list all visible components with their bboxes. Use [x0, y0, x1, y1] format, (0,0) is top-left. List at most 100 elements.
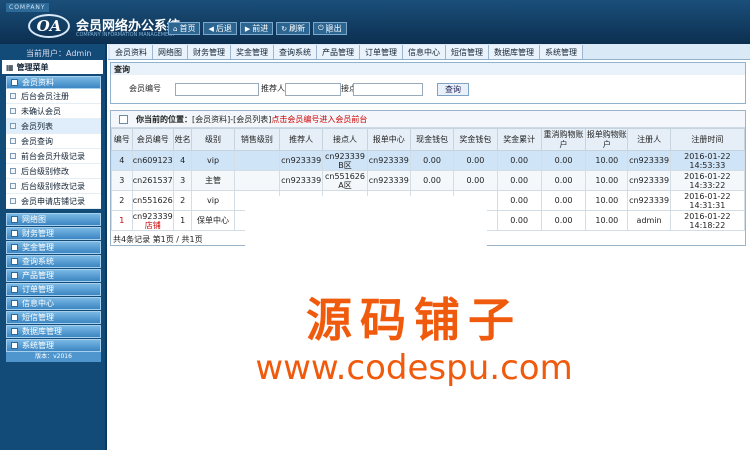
sidebar-item-2[interactable]: 会员列表 — [6, 119, 101, 134]
breadcrumb-path: [会员资料]-[会员列表] — [192, 114, 272, 124]
sidebar-item-1[interactable]: 未确认会员 — [6, 104, 101, 119]
cell-level: vip — [191, 150, 235, 171]
tab-2[interactable]: 财务管理 — [188, 45, 231, 59]
tab-5[interactable]: 产品管理 — [317, 45, 360, 59]
cell-value: 0.00 — [554, 216, 573, 225]
tab-6[interactable]: 订单管理 — [360, 45, 403, 59]
cell-id: 1 — [111, 210, 133, 231]
tab-7[interactable]: 信息中心 — [403, 45, 446, 59]
column-header[interactable]: 现金钱包 — [409, 128, 455, 151]
sidebar-group-2[interactable]: 奖金管理 — [6, 241, 101, 254]
query-button[interactable]: 查询 — [437, 83, 469, 96]
sidebar-item-4[interactable]: 前台会员升级记录 — [6, 149, 101, 164]
cell-sales — [233, 170, 281, 191]
watermark-cover — [245, 196, 487, 262]
sidebar-group-member[interactable]: 会员资料 — [6, 76, 101, 89]
tab-8[interactable]: 短信管理 — [446, 45, 489, 59]
nav-button-2[interactable]: ▶ 前进 — [239, 22, 274, 35]
table-row[interactable]: 4 cn609123 4 vip cn923339 cn923339 B区 cn923339… — [111, 150, 746, 171]
tab-1[interactable]: 网络图 — [153, 45, 188, 59]
sidebar-group-3[interactable]: 查询系统 — [6, 255, 101, 268]
column-header[interactable]: 推荐人 — [279, 128, 324, 151]
cell-value: cn551626 — [132, 196, 173, 205]
referrer-input[interactable] — [285, 83, 341, 96]
column-header[interactable]: 注册时间 — [669, 128, 746, 151]
cell-value: 保单中心 — [197, 216, 230, 225]
column-header[interactable]: 报单中心 — [366, 128, 411, 151]
sidebar-group-6[interactable]: 信息中心 — [6, 297, 101, 310]
cell-value: 0.00 — [466, 156, 485, 165]
tab-10[interactable]: 系统管理 — [540, 45, 583, 59]
folder-icon — [11, 328, 18, 335]
cell-bonus: 0.00 — [453, 170, 498, 191]
page-icon — [10, 168, 16, 174]
column-header[interactable]: 奖金累计 — [496, 128, 542, 151]
sidebar-item-7[interactable]: 会员申请店铺记录 — [6, 194, 101, 209]
menu-toggle-icon[interactable] — [326, 24, 330, 33]
column-header[interactable]: 报单购物账户 — [585, 128, 629, 151]
select-all-checkbox[interactable] — [119, 114, 128, 124]
tab-0[interactable]: 会员资料 — [110, 45, 153, 59]
column-header[interactable]: 奖金钱包 — [453, 128, 498, 151]
version-label: 版本：v2016 — [6, 352, 101, 362]
cell-value: cn923339 — [132, 211, 173, 221]
sidebar-group-0[interactable]: 网络图 — [6, 213, 101, 226]
tab-3[interactable]: 奖金管理 — [231, 45, 274, 59]
sidebar-item-0[interactable]: 后台会员注册 — [6, 89, 101, 104]
cell-value: 0.00 — [510, 216, 529, 225]
nav-button-3[interactable]: ↻ 刷新 — [276, 22, 311, 35]
cell-node: cn923339 B区 — [322, 150, 368, 171]
sidebar-group-5[interactable]: 订单管理 — [6, 283, 101, 296]
column-header[interactable]: 接点人 — [322, 128, 368, 151]
nav-button-1[interactable]: ◀ 后退 — [203, 22, 237, 35]
cell-value: cn923339 — [368, 176, 409, 185]
column-header[interactable]: 姓名 — [172, 128, 193, 151]
sidebar: 当前用户：Admin ▦ 管理菜单 会员资料 后台会员注册 未确认会员 会员列表 会员查… — [0, 44, 107, 450]
sidebar-group-1[interactable]: 财务管理 — [6, 227, 101, 240]
sidebar-group-4[interactable]: 产品管理 — [6, 269, 101, 282]
sidebar-group-9[interactable]: 系统管理 — [6, 339, 101, 352]
column-header[interactable]: 销售级别 — [233, 128, 281, 151]
cell-time: 2016-01-22 14:18:22 — [669, 210, 746, 231]
store-link[interactable]: 店铺 — [145, 221, 161, 230]
sidebar-group-8[interactable]: 数据库管理 — [6, 325, 101, 338]
column-header[interactable]: 会员编号 — [131, 128, 174, 151]
node-input[interactable] — [353, 83, 423, 96]
table-row[interactable]: 3 cn261537 3 主管 cn923339 cn551626 A区 cn923339 0… — [111, 170, 746, 191]
cell-value: cn923339 — [281, 156, 322, 165]
sidebar-item-label: 前台会员升级记录 — [21, 151, 85, 161]
cell-value: 2016-01-22 14:53:33 — [684, 151, 731, 170]
sidebar-item-label: 会员申请店铺记录 — [21, 196, 85, 206]
top-nav: ⌂ 首页 ◀ 后退 ▶ 前进 ↻ 刷新 ⏻ 退出 — [168, 22, 347, 35]
cell-acc: 0.00 — [496, 210, 542, 231]
column-header[interactable]: 重消购物账户 — [540, 128, 587, 151]
sidebar-group-7[interactable]: 短信管理 — [6, 311, 101, 324]
back-icon: ◀ — [208, 24, 214, 33]
cell-value: vip — [207, 156, 220, 165]
cell-registrar: cn923339 — [627, 170, 671, 191]
cell-sales — [233, 150, 281, 171]
sidebar-group-label: 系统管理 — [22, 341, 54, 350]
cell-member[interactable]: cn261537 — [131, 170, 174, 191]
sidebar-item-6[interactable]: 后台级别修改记录 — [6, 179, 101, 194]
column-header[interactable]: 注册人 — [627, 128, 671, 151]
cell-value: 2 — [119, 196, 125, 205]
cell-ref: cn923339 — [279, 150, 324, 171]
page-icon — [10, 138, 16, 144]
cell-member[interactable]: cn609123 — [131, 150, 174, 171]
current-user: 当前用户：Admin — [26, 49, 92, 58]
sidebar-group-label: 短信管理 — [22, 313, 54, 322]
tab-4[interactable]: 查询系统 — [274, 45, 317, 59]
sidebar-item-3[interactable]: 会员查询 — [6, 134, 101, 149]
cell-member[interactable]: cn551626 — [131, 190, 174, 211]
sidebar-item-5[interactable]: 后台级别修改 — [6, 164, 101, 179]
cell-member[interactable]: cn923339 店铺 — [131, 210, 174, 231]
column-header[interactable]: 级别 — [191, 128, 235, 151]
member-id-input[interactable] — [175, 83, 259, 96]
menu-title: ▦ 管理菜单 — [2, 60, 103, 74]
nav-button-0[interactable]: ⌂ 首页 — [168, 22, 201, 35]
column-header[interactable]: 编号 — [111, 128, 133, 151]
cell-order: 10.00 — [585, 170, 629, 191]
cell-id: 4 — [111, 150, 133, 171]
tab-9[interactable]: 数据库管理 — [489, 45, 540, 59]
